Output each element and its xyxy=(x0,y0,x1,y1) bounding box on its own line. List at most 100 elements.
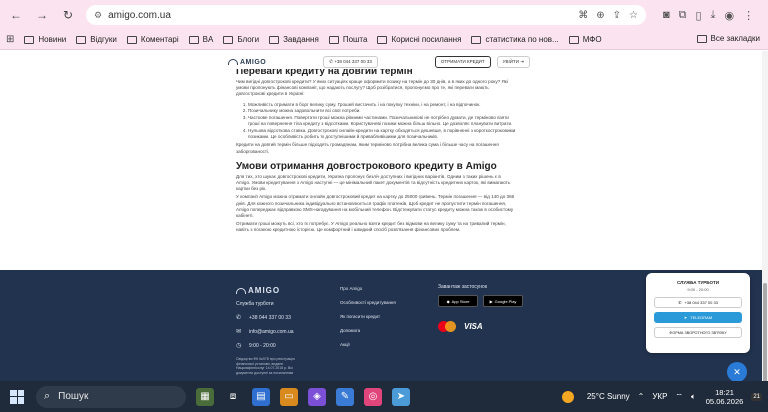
forward-icon[interactable]: → xyxy=(32,5,52,25)
logo-mark-icon xyxy=(236,287,246,294)
footer-link[interactable]: Акції xyxy=(340,342,396,347)
search-icon: ⌕ xyxy=(44,390,51,402)
folder-icon xyxy=(126,35,137,44)
footer-phone[interactable]: ✆ +38 044 337 00 33 xyxy=(236,314,296,322)
taskbar: ⌕ Пошук ▦ ⧈ ▤ ▭ ◈ ✎ ◎ ➤ 25°C Sunny ⌃ УКР … xyxy=(0,381,768,412)
file-explorer-icon[interactable]: ▭ xyxy=(280,387,298,406)
bookmark-item[interactable]: Новини xyxy=(24,35,66,44)
scrollbar[interactable] xyxy=(762,51,768,383)
bookmark-item[interactable]: Блоги xyxy=(223,35,259,44)
mastercard-icon xyxy=(438,321,456,332)
widgets-icon[interactable]: ▦ xyxy=(196,387,214,406)
footer-link[interactable]: Як погасити кредит xyxy=(340,314,396,319)
clock-icon: ◷ xyxy=(236,343,242,349)
download-icon[interactable]: ⤓ xyxy=(711,9,716,22)
outro-text: Кредити на довгий термін більше підходят… xyxy=(236,142,499,154)
logo-mark-icon xyxy=(228,59,238,65)
mail-icon: ✉ xyxy=(236,329,242,335)
store-icon[interactable]: ▤ xyxy=(252,387,270,406)
telegram-button[interactable]: ➤ TELEGRAM xyxy=(654,312,742,323)
list-item: Нульова відсоткова ставка. Довгострокові… xyxy=(248,128,516,140)
footer-logo[interactable]: AMIGO xyxy=(236,286,296,295)
scrollbar-thumb[interactable] xyxy=(763,283,767,383)
app-icon[interactable]: ✎ xyxy=(336,387,354,406)
taskbar-search[interactable]: ⌕ Пошук xyxy=(36,385,186,408)
back-icon[interactable]: ← xyxy=(6,5,26,25)
task-view-icon[interactable]: ⧈ xyxy=(224,388,242,406)
footer-contacts: AMIGO Служба турботи ✆ +38 044 337 00 33 … xyxy=(236,286,296,375)
address-bar[interactable]: ⚙ amigo.com.ua ⌘ ⊕ ⇪ ☆ xyxy=(86,5,646,25)
app-store-button[interactable]: ◆ App Store xyxy=(438,295,478,307)
site-info-icon[interactable]: ⚙ xyxy=(94,10,102,21)
login-button[interactable]: УВІЙТИ ⇥ xyxy=(496,56,530,68)
language-indicator[interactable]: УКР xyxy=(652,392,667,401)
support-hours: 9:00 - 20:00 xyxy=(687,287,709,292)
legal-text: Свідоцтво ФК №978 про реєстрацію фінансо… xyxy=(236,357,295,375)
bookmark-item[interactable]: Пошта xyxy=(328,35,367,44)
telegram-taskbar-icon[interactable]: ➤ xyxy=(392,387,410,406)
payment-methods: VISA xyxy=(438,321,528,332)
footer-link[interactable]: Допомога xyxy=(340,328,396,333)
windows-start-icon[interactable] xyxy=(10,389,24,404)
site-header: AMIGO ✆ +38 044 337 00 33 ОТРИМАТИ КРЕДИ… xyxy=(228,55,530,69)
weather-widget[interactable]: 25°C Sunny xyxy=(554,390,630,403)
all-bookmarks[interactable]: Все закладки xyxy=(696,34,760,43)
url-text: amigo.com.ua xyxy=(108,9,171,21)
footer-email[interactable]: ✉ info@amigo.com.ua xyxy=(236,328,296,336)
folder-icon xyxy=(328,35,339,44)
article: Переваги кредиту на довгий термін Чим ви… xyxy=(236,66,516,234)
volume-icon[interactable]: 🔈︎ xyxy=(691,392,696,402)
folder-icon xyxy=(471,35,482,44)
bookmark-item[interactable]: Завдання xyxy=(269,35,319,44)
reload-icon[interactable]: ↻ xyxy=(58,5,78,25)
get-credit-button[interactable]: ОТРИМАТИ КРЕДИТ xyxy=(434,56,491,68)
translate-icon[interactable]: ⌘ xyxy=(578,10,588,21)
footer-link[interactable]: Особливості кредитування xyxy=(340,300,396,305)
network-icon[interactable]: ⌔ xyxy=(675,392,683,402)
system-tray: 25°C Sunny ⌃ УКР ⌔ 🔈︎ 18:21 05.06.2026 21 xyxy=(554,381,762,412)
close-icon[interactable]: ✕ xyxy=(727,362,747,382)
folder-icon xyxy=(568,35,579,44)
apps-icon[interactable]: ⊞ xyxy=(6,34,14,45)
star-icon[interactable]: ☆ xyxy=(629,10,638,21)
bookmark-item[interactable]: Відгуки xyxy=(76,35,117,44)
zoom-icon[interactable]: ⊕ xyxy=(596,10,604,21)
header-phone[interactable]: ✆ +38 044 337 00 33 xyxy=(323,56,378,68)
camera-icon[interactable]: ◙ xyxy=(663,9,670,21)
site-logo[interactable]: AMIGO xyxy=(228,59,266,66)
support-phone-button[interactable]: ✆ +38 044 337 00 33 xyxy=(654,297,742,308)
chrome-icon[interactable]: ◎ xyxy=(364,387,382,406)
bookmark-item[interactable]: статистика по нов... xyxy=(471,35,559,44)
extensions-icon[interactable]: ⧉ xyxy=(679,9,687,22)
folder-icon xyxy=(24,35,35,44)
chevron-up-icon[interactable]: ⌃ xyxy=(638,392,645,401)
footer-link[interactable]: Про Amigo xyxy=(340,286,396,291)
callback-form-button[interactable]: ФОРМА ЗВОРОТНОГО ЗВ'ЯЗКУ xyxy=(654,327,742,338)
google-play-button[interactable]: ▶ Google Play xyxy=(483,295,523,307)
list-item: Можливість отримати в борг велику суму. … xyxy=(248,102,516,108)
folder-icon xyxy=(269,35,280,44)
browser-toolbar: ← → ↻ ⚙ amigo.com.ua ⌘ ⊕ ⇪ ☆ ◙ ⧉ ▯ ⤓ ◉ ⋮ xyxy=(0,0,768,30)
play-icon: ▶ xyxy=(489,298,493,304)
folder-icon xyxy=(188,35,199,44)
footer-links: Про Amigo Особливості кредитування Як по… xyxy=(340,286,396,356)
profile-icon[interactable]: ◉ xyxy=(724,9,734,22)
copilot-icon[interactable]: ◈ xyxy=(308,387,326,406)
section-heading: Умови отримання довгострокового кредиту … xyxy=(236,160,497,172)
support-title: СЛУЖБА ТУРБОТИ xyxy=(677,280,719,285)
bookmark-item[interactable]: МФО xyxy=(568,35,602,44)
panel-icon[interactable]: ▯ xyxy=(696,9,702,22)
intro-text: Чим вигідні довгострокові кредити? У яки… xyxy=(236,79,508,97)
bookmark-item[interactable]: BA xyxy=(188,35,213,44)
visa-logo: VISA xyxy=(464,322,483,331)
folder-icon xyxy=(76,35,87,44)
clock[interactable]: 18:21 05.06.2026 xyxy=(706,388,744,406)
menu-icon[interactable]: ⋮ xyxy=(743,9,754,22)
bookmark-item[interactable]: Коментарі xyxy=(126,35,179,44)
bookmark-item[interactable]: Корисні посилання xyxy=(377,35,461,44)
support-label: Служба турботи xyxy=(236,301,274,307)
notification-badge[interactable]: 21 xyxy=(751,392,762,401)
apple-icon: ◆ xyxy=(446,298,450,304)
support-widget: СЛУЖБА ТУРБОТИ 9:00 - 20:00 ✆ +38 044 337… xyxy=(646,273,750,353)
share-icon[interactable]: ⇪ xyxy=(613,10,621,21)
